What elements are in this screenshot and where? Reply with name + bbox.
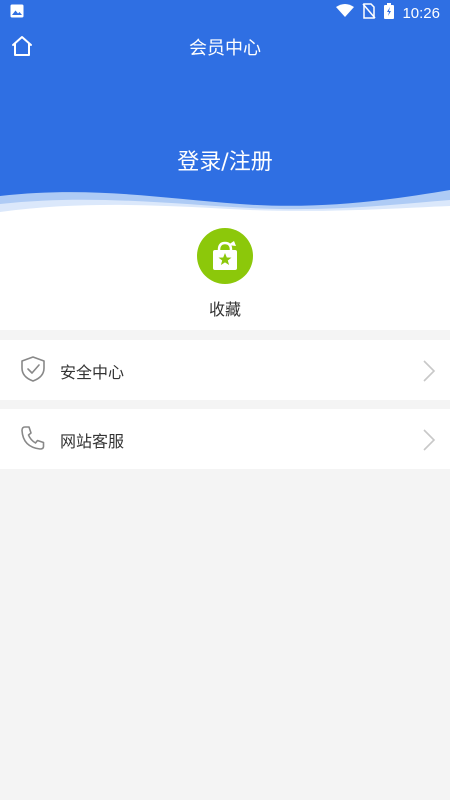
favorites-button[interactable]: 收藏 bbox=[175, 226, 275, 322]
shopping-bag-star-icon bbox=[213, 241, 237, 270]
login-register-link[interactable]: 登录/注册 bbox=[0, 144, 450, 176]
menu-item-customer-service[interactable]: 网站客服 bbox=[0, 409, 450, 469]
menu-item-label: 安全中心 bbox=[60, 363, 125, 382]
image-icon bbox=[10, 4, 24, 22]
status-bar: 10:26 bbox=[0, 0, 450, 24]
favorites-icon-circle bbox=[197, 228, 253, 284]
header: 10:26 会员中心 登录/注册 bbox=[0, 0, 450, 216]
favorites-label: 收藏 bbox=[208, 300, 241, 319]
page-title: 会员中心 bbox=[189, 38, 261, 59]
status-time: 10:26 bbox=[402, 4, 440, 22]
menu-item-label: 网站客服 bbox=[60, 432, 125, 451]
phone-icon bbox=[18, 423, 48, 453]
battery-charging-icon bbox=[384, 3, 395, 23]
no-sim-icon bbox=[362, 3, 377, 23]
favorites-section: 收藏 bbox=[0, 216, 450, 330]
title-bar: 会员中心 bbox=[0, 24, 450, 68]
shield-check-icon bbox=[18, 354, 48, 384]
chevron-right-icon bbox=[422, 359, 436, 383]
chevron-right-icon bbox=[422, 428, 436, 452]
menu-item-security-center[interactable]: 安全中心 bbox=[0, 340, 450, 400]
wifi-icon bbox=[336, 4, 355, 22]
